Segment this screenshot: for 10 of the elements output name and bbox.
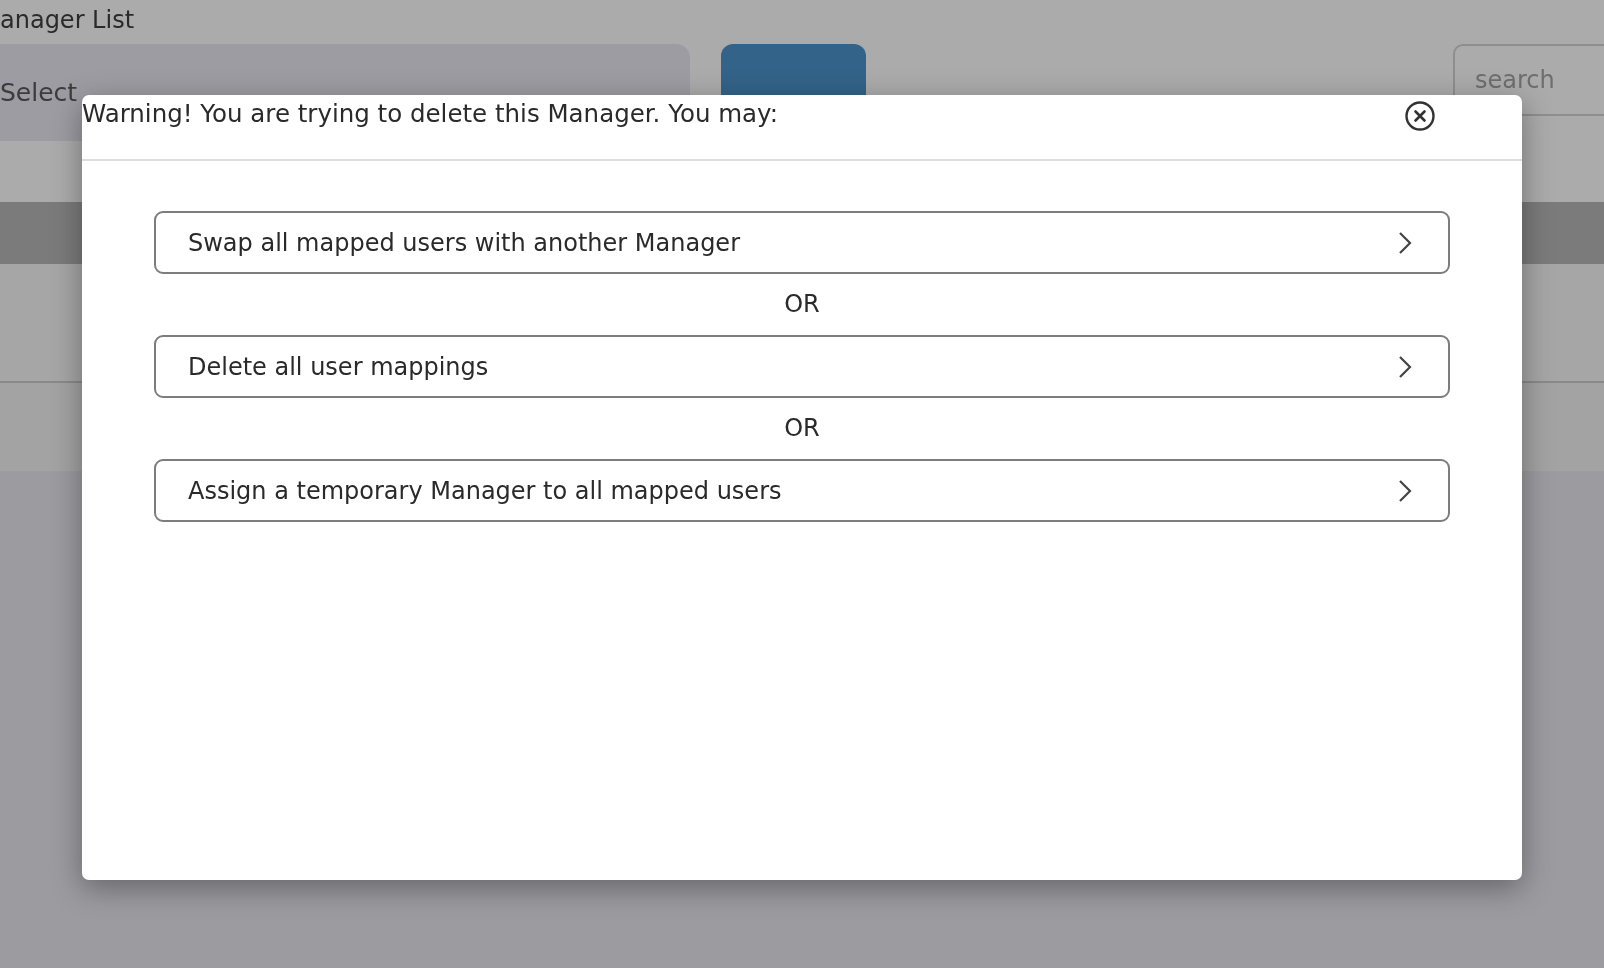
separator-text: OR: [784, 413, 820, 444]
page-title: anager List: [0, 5, 136, 36]
close-icon[interactable]: [1404, 100, 1436, 132]
option-button[interactable]: Swap all mapped users with another Manager: [154, 211, 1450, 274]
chevron-right-icon: [1398, 354, 1412, 379]
option-button[interactable]: Delete all user mappings: [154, 335, 1450, 398]
option-button[interactable]: Assign a temporary Manager to all mapped users: [154, 459, 1450, 522]
chevron-right-icon: [1398, 478, 1412, 503]
separator-text: OR: [784, 289, 820, 320]
chevron-right-icon: [1398, 230, 1412, 255]
